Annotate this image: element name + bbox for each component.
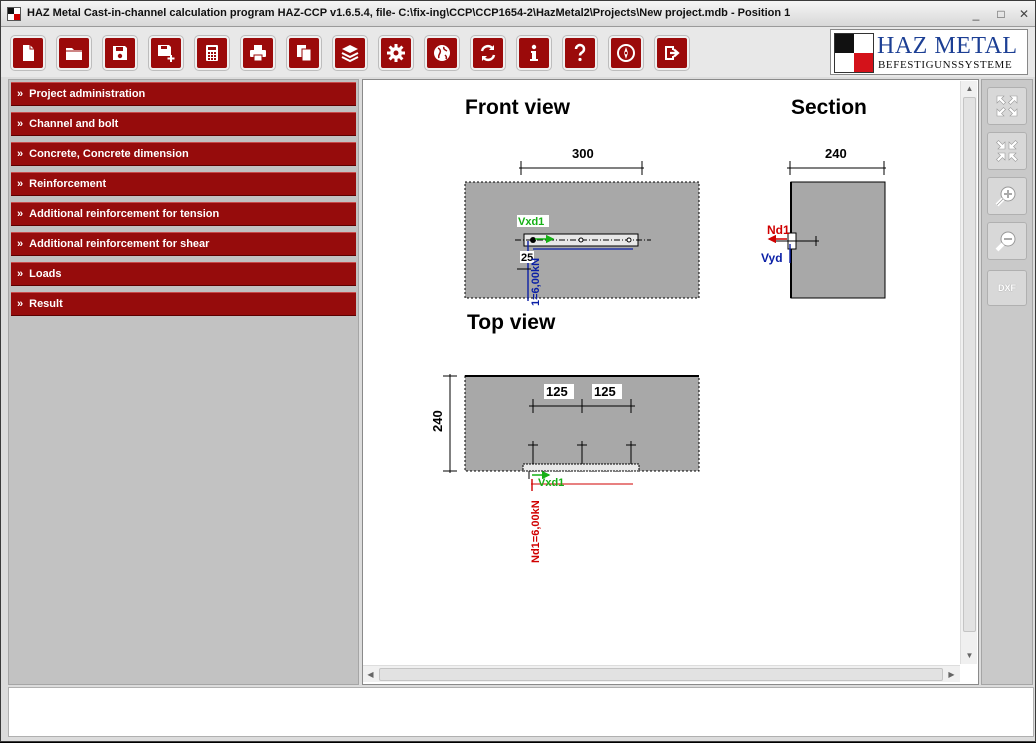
dxf-export-button[interactable]: DXF [987,270,1027,306]
scroll-up-icon[interactable]: ▲ [962,81,977,96]
front-vxd1-label: Vxd1 [518,216,544,228]
shrink-view-button[interactable] [987,132,1027,170]
top-vxd1-label: Vxd1 [538,477,564,489]
spacing-dimension-1: 125 [546,384,568,399]
horizontal-scroll-thumb[interactable] [379,668,943,681]
spacing-dimension-2: 125 [594,384,616,399]
zoom-out-icon [995,231,1016,252]
app-window: HAZ Metal Cast-in-channel calculation pr… [0,0,1036,742]
expand-icon [996,95,1018,117]
top-view: 240 125 125 Vxd1 Nd1=6,00kN [430,374,700,563]
dxf-label: DXF [998,283,1016,293]
front-width-dimension: 300 [572,146,594,161]
top-nd1-load-label: Nd1=6,00kN [530,500,542,563]
technical-drawing: Front view Section Top view 300 Vxd1 25 … [430,96,886,563]
section-vyd-label: Vyd [761,251,783,265]
section-width-dimension: 240 [825,146,847,161]
front-load-label: 1=6,00kN [530,258,542,306]
vertical-scrollbar[interactable]: ▲ ▼ [960,81,977,664]
section-title: Section [791,96,867,119]
zoom-out-button[interactable] [987,222,1027,260]
fit-view-button[interactable] [987,87,1027,125]
front-view-title: Front view [465,96,571,119]
zoom-in-button[interactable] [987,177,1027,215]
horizontal-scrollbar[interactable]: ◀ ▶ [363,665,960,682]
section-view: 240 Nd1 Vyd [761,146,886,299]
zoom-in-icon [995,186,1016,207]
scroll-left-icon[interactable]: ◀ [363,667,378,682]
section-nd1-label: Nd1 [767,223,790,237]
top-depth-dimension: 240 [430,410,445,432]
status-bar [8,687,1034,737]
shrink-icon [996,140,1018,162]
scroll-down-icon[interactable]: ▼ [962,648,977,663]
top-view-title: Top view [467,311,556,334]
front-view: 300 Vxd1 25 1=6,00kN [464,146,700,306]
view-tools-panel: DXF [981,79,1033,685]
vertical-scroll-thumb[interactable] [963,97,976,632]
scroll-right-icon[interactable]: ▶ [944,667,959,682]
